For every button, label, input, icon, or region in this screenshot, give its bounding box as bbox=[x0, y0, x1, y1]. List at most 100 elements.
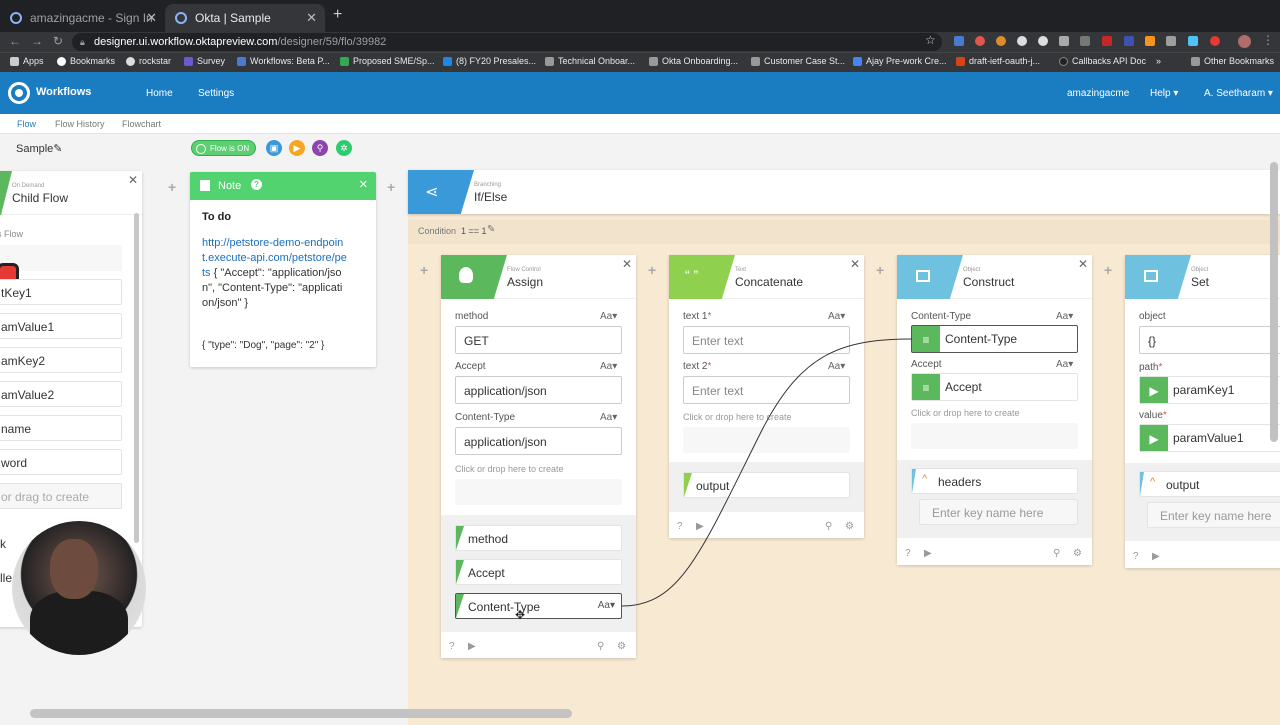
run-icon[interactable]: ▶ bbox=[289, 140, 305, 156]
browser-tab-okta-sample[interactable]: Okta | Sample ✕ bbox=[165, 4, 325, 32]
help-icon[interactable]: ? bbox=[1133, 551, 1144, 562]
key-name-input[interactable]: Enter key name here bbox=[1147, 502, 1280, 528]
help-icon[interactable]: ? bbox=[905, 548, 916, 559]
nav-settings[interactable]: Settings bbox=[198, 88, 234, 99]
gear-icon[interactable]: ⚙ bbox=[617, 641, 628, 652]
back-icon[interactable]: ← bbox=[9, 34, 21, 48]
browser-tab-signin[interactable]: amazingacme - Sign In ✕ bbox=[0, 4, 165, 32]
search-icon[interactable]: ⚲ bbox=[1053, 548, 1064, 559]
test-play-icon[interactable]: ▶ bbox=[1152, 551, 1163, 562]
horizontal-scrollbar[interactable] bbox=[30, 709, 572, 718]
vertical-scrollbar[interactable] bbox=[1270, 162, 1278, 442]
type-selector[interactable]: Aa▾ bbox=[1056, 359, 1073, 370]
settings-icon[interactable]: ✲ bbox=[336, 140, 352, 156]
extension-icon[interactable] bbox=[1017, 36, 1027, 46]
bookmark-apps[interactable]: Apps bbox=[10, 56, 44, 66]
drop-zone[interactable] bbox=[455, 479, 622, 505]
add-step-icon[interactable]: + bbox=[1104, 262, 1112, 278]
accept-input[interactable]: application/json bbox=[455, 376, 622, 404]
collapse-chevron-icon[interactable]: ^ bbox=[922, 473, 927, 485]
construct-card[interactable]: Object Construct ✕ Content-Type Aa▾ ≡ Con… bbox=[897, 255, 1092, 565]
output-method[interactable]: method bbox=[455, 525, 622, 551]
bookmark-proposed[interactable]: Proposed SME/Sp... bbox=[340, 56, 435, 66]
extension-icon[interactable] bbox=[1080, 36, 1090, 46]
list-item[interactable] bbox=[0, 245, 122, 271]
path-mapped-field[interactable]: ▶ paramKey1 bbox=[1139, 376, 1280, 404]
close-icon[interactable]: ✕ bbox=[622, 257, 632, 271]
bookmark-survey[interactable]: Survey bbox=[184, 56, 225, 66]
type-selector[interactable]: Aa▾ bbox=[600, 412, 617, 423]
extension-icon[interactable] bbox=[1210, 36, 1220, 46]
tab-flow[interactable]: Flow bbox=[17, 119, 36, 129]
close-tab-icon[interactable]: ✕ bbox=[146, 4, 157, 32]
extension-icon[interactable] bbox=[1059, 36, 1069, 46]
nav-home[interactable]: Home bbox=[146, 88, 173, 99]
new-tab-icon[interactable]: + bbox=[333, 6, 342, 24]
close-tab-icon[interactable]: ✕ bbox=[306, 4, 317, 32]
extension-icon[interactable] bbox=[975, 36, 985, 46]
help-icon[interactable]: ? bbox=[251, 179, 262, 190]
output-text[interactable]: output bbox=[683, 472, 850, 498]
search-icon[interactable]: ⚲ bbox=[825, 521, 836, 532]
output-headers[interactable]: ^ headers bbox=[911, 468, 1078, 494]
condition-bar[interactable]: Condition 1 == 1 ✎ bbox=[408, 220, 1280, 244]
type-selector[interactable]: Aa▾ bbox=[600, 311, 617, 322]
method-input[interactable]: GET bbox=[455, 326, 622, 354]
help-icon[interactable]: ? bbox=[449, 641, 460, 652]
bookmark-star-icon[interactable]: ☆ bbox=[925, 33, 936, 47]
reload-icon[interactable]: ↻ bbox=[53, 34, 63, 48]
bookmark-rockstar[interactable]: rockstar bbox=[126, 56, 171, 66]
gear-icon[interactable]: ⚙ bbox=[845, 521, 856, 532]
extension-icon[interactable] bbox=[1188, 36, 1198, 46]
edit-pencil-icon[interactable]: ✎ bbox=[487, 224, 495, 235]
menu-icon[interactable]: ⋮ bbox=[1262, 33, 1274, 47]
output-content-type[interactable]: Content-Type Aa▾ bbox=[455, 593, 622, 619]
profile-avatar[interactable] bbox=[1238, 35, 1251, 48]
content-type-input[interactable]: application/json bbox=[455, 427, 622, 455]
content-type-mapped-field[interactable]: ≡ Content-Type bbox=[911, 325, 1078, 353]
accept-mapped-field[interactable]: ≡ Accept bbox=[911, 373, 1078, 401]
bookmark-fy20[interactable]: (8) FY20 Presales... bbox=[443, 56, 536, 66]
value-mapped-field[interactable]: ▶ paramValue1 bbox=[1139, 424, 1280, 452]
collapse-chevron-icon[interactable]: ^ bbox=[1150, 476, 1155, 488]
list-item[interactable]: amKey2 bbox=[0, 347, 122, 373]
bookmark-other[interactable]: Other Bookmarks bbox=[1191, 56, 1274, 66]
user-menu[interactable]: A. Seetharam ▾ bbox=[1204, 88, 1273, 99]
add-step-icon[interactable]: + bbox=[387, 179, 395, 195]
output-accept[interactable]: Accept bbox=[455, 559, 622, 585]
type-selector[interactable]: Aa▾ bbox=[1056, 311, 1073, 322]
drop-zone[interactable] bbox=[683, 427, 850, 453]
add-step-icon[interactable]: + bbox=[876, 262, 884, 278]
flow-on-toggle[interactable]: Flow is ON bbox=[191, 140, 257, 156]
gear-icon[interactable]: ⚙ bbox=[1073, 548, 1084, 559]
bookmarks-overflow-icon[interactable]: » bbox=[1156, 56, 1161, 66]
list-item[interactable]: amValue1 bbox=[0, 313, 122, 339]
edit-pencil-icon[interactable]: ✎ bbox=[53, 143, 62, 155]
type-selector[interactable]: Aa▾ bbox=[828, 311, 845, 322]
save-icon[interactable]: ▣ bbox=[266, 140, 282, 156]
bookmark-ajay[interactable]: Ajay Pre-work Cre... bbox=[853, 56, 947, 66]
test-play-icon[interactable]: ▶ bbox=[924, 548, 935, 559]
tab-flowchart[interactable]: Flowchart bbox=[122, 119, 161, 129]
text2-input[interactable]: Enter text bbox=[683, 376, 850, 404]
search-icon[interactable]: ⚲ bbox=[597, 641, 608, 652]
type-selector[interactable]: Aa▾ bbox=[828, 361, 845, 372]
test-play-icon[interactable]: ▶ bbox=[696, 521, 707, 532]
close-icon[interactable]: ✕ bbox=[128, 173, 138, 187]
list-item[interactable]: amValue2 bbox=[0, 381, 122, 407]
help-menu[interactable]: Help ▾ bbox=[1150, 88, 1178, 99]
assign-card[interactable]: Flow Control Assign ✕ method Aa▾ GET Acc… bbox=[441, 255, 636, 658]
extension-icon[interactable] bbox=[1124, 36, 1134, 46]
add-step-icon[interactable]: + bbox=[168, 179, 176, 195]
bookmark-callbacks[interactable]: Callbacks API Doc bbox=[1059, 56, 1146, 66]
text1-input[interactable]: Enter text bbox=[683, 326, 850, 354]
note-body[interactable]: http://petstore-demo-endpoint.execute-ap… bbox=[202, 236, 347, 311]
extension-icon[interactable] bbox=[1102, 36, 1112, 46]
close-icon[interactable]: ✕ bbox=[850, 257, 860, 271]
concatenate-card[interactable]: “ ” Text Concatenate ✕ text 1* Aa▾ Enter… bbox=[669, 255, 864, 538]
key-name-input[interactable]: Enter key name here bbox=[919, 499, 1078, 525]
note-card[interactable]: Note ? ✕ To do http://petstore-demo-endp… bbox=[190, 172, 376, 367]
forward-icon[interactable]: → bbox=[31, 34, 43, 48]
set-card[interactable]: Object Set object {} path* ▶ paramKey1 va… bbox=[1125, 255, 1280, 568]
ifelse-card[interactable]: ⋖ Branching If/Else bbox=[408, 170, 1280, 214]
